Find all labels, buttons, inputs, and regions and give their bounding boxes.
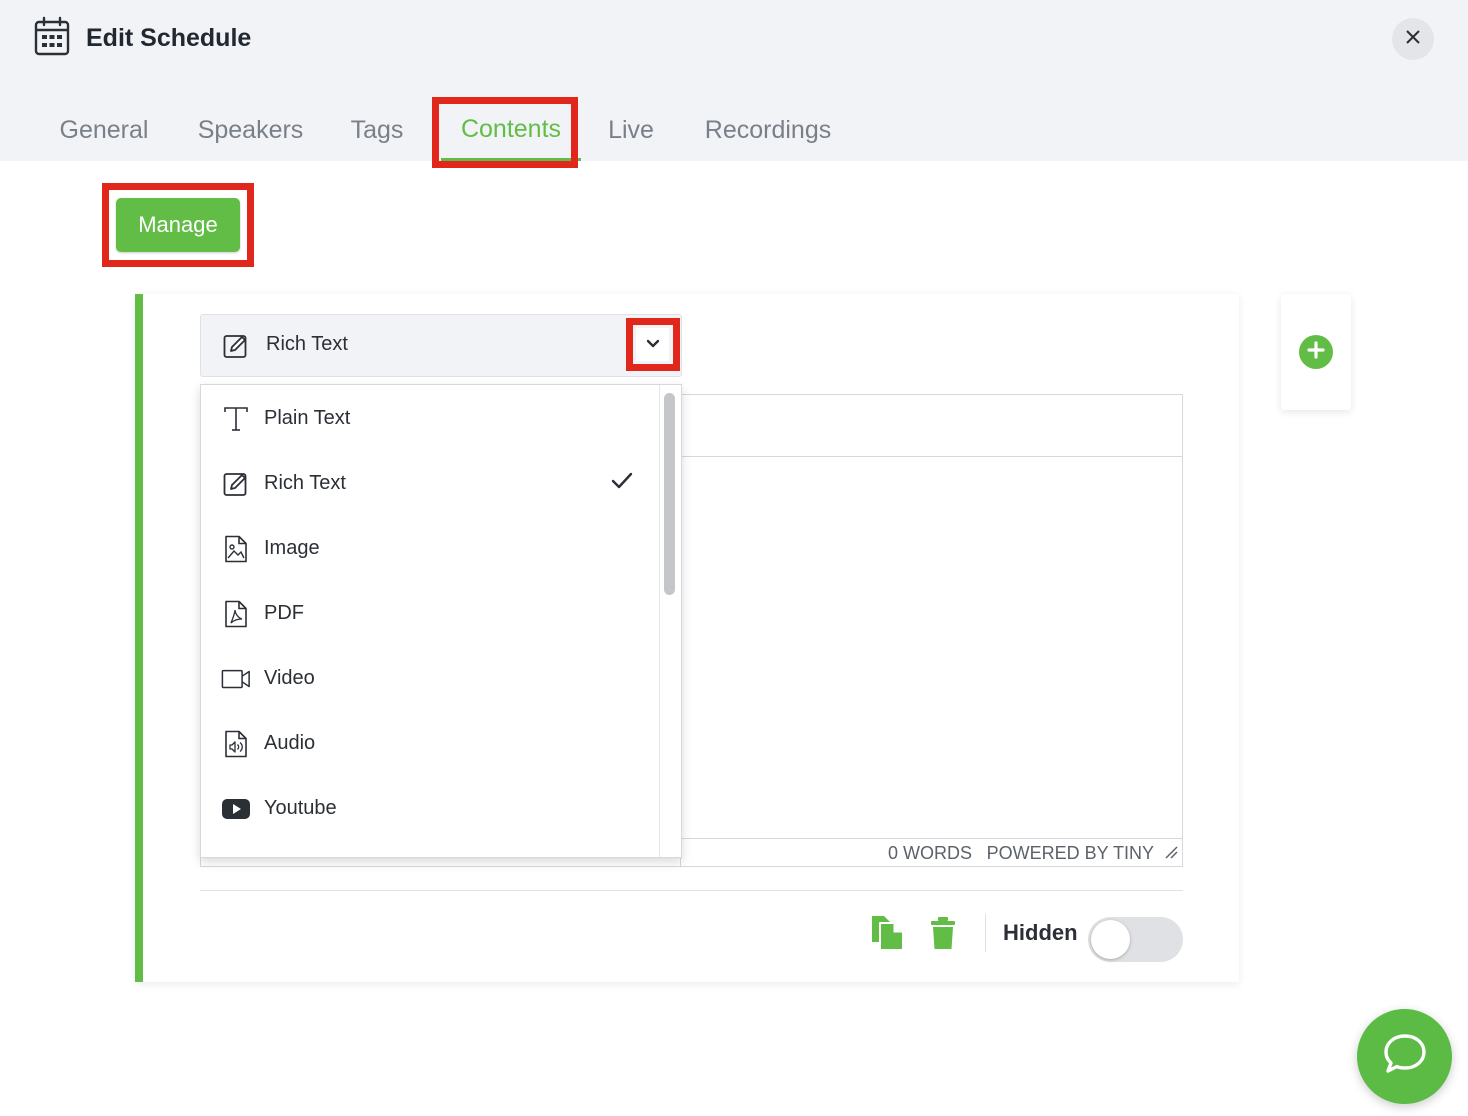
- type-select-toggle[interactable]: [636, 328, 669, 361]
- chat-bubble-icon: [1383, 1033, 1427, 1080]
- option-label: Plain Text: [264, 407, 351, 429]
- resize-handle-icon[interactable]: [1164, 843, 1178, 864]
- option-label: PDF: [264, 602, 304, 624]
- tab-general[interactable]: General: [58, 100, 150, 161]
- tab-contents[interactable]: Contents: [441, 100, 581, 161]
- option-label: Image: [264, 537, 320, 559]
- checkmark-icon: [611, 472, 633, 495]
- option-label: Video: [264, 667, 315, 689]
- audio-file-icon: [221, 729, 251, 759]
- card-divider: [200, 890, 1183, 891]
- tab-tags[interactable]: Tags: [351, 100, 404, 161]
- tab-bar: General Speakers Tags Contents Live Reco…: [0, 100, 1468, 161]
- word-count: 0 WORDS: [887, 843, 972, 863]
- footer-separator: [985, 914, 986, 952]
- edit-pencil-icon: [223, 333, 249, 364]
- modal-header: Edit Schedule General Speakers Tags Cont…: [0, 0, 1468, 161]
- add-block-button[interactable]: [1299, 335, 1333, 369]
- editor-toolbar: [681, 395, 1182, 457]
- option-video[interactable]: Video: [201, 646, 659, 711]
- option-image[interactable]: Image: [201, 516, 659, 581]
- powered-by-link[interactable]: POWERED BY TINY: [987, 843, 1154, 864]
- hidden-toggle[interactable]: [1088, 917, 1183, 962]
- dropdown-scrollbar-thumb[interactable]: [664, 393, 675, 595]
- option-label: Audio: [264, 732, 316, 754]
- youtube-icon: [221, 794, 251, 824]
- toggle-knob: [1091, 920, 1130, 959]
- option-youtube[interactable]: Youtube: [201, 776, 659, 841]
- calendar-icon: [34, 16, 70, 61]
- manage-button[interactable]: Manage: [116, 198, 240, 252]
- tab-live[interactable]: Live: [606, 100, 656, 161]
- tab-speakers[interactable]: Speakers: [198, 100, 304, 161]
- page-title: Edit Schedule: [86, 23, 252, 52]
- option-rich-text[interactable]: Rich Text: [201, 451, 659, 516]
- close-button[interactable]: [1392, 18, 1434, 60]
- option-plain-text[interactable]: Plain Text: [201, 386, 659, 451]
- rich-text-editor[interactable]: 0 WORDS POWERED BY TINY: [680, 394, 1183, 867]
- duplicate-icon[interactable]: [870, 914, 906, 957]
- chat-support-button[interactable]: [1357, 1009, 1452, 1104]
- plus-icon: [1307, 340, 1325, 364]
- image-file-icon: [221, 534, 251, 564]
- video-camera-icon: [221, 664, 251, 694]
- option-pdf[interactable]: PDF: [201, 581, 659, 646]
- chevron-down-icon: [646, 336, 660, 354]
- text-type-icon: [221, 404, 251, 434]
- title-row: Edit Schedule: [34, 16, 251, 60]
- pdf-file-icon: [221, 599, 251, 629]
- hidden-label: Hidden: [1003, 920, 1078, 945]
- delete-icon[interactable]: [930, 916, 956, 955]
- edit-pencil-icon: [221, 469, 251, 499]
- option-label: Rich Text: [264, 472, 346, 494]
- content-type-select[interactable]: Rich Text: [200, 314, 682, 377]
- option-audio[interactable]: Audio: [201, 711, 659, 776]
- selected-type-label: Rich Text: [266, 333, 348, 355]
- editor-statusbar: 0 WORDS POWERED BY TINY: [681, 838, 1182, 866]
- close-icon: [1406, 29, 1420, 49]
- tab-recordings[interactable]: Recordings: [704, 100, 832, 161]
- content-type-dropdown: Plain Text Rich Text Image PDF Video Aud…: [200, 384, 682, 858]
- option-label: Youtube: [264, 797, 337, 819]
